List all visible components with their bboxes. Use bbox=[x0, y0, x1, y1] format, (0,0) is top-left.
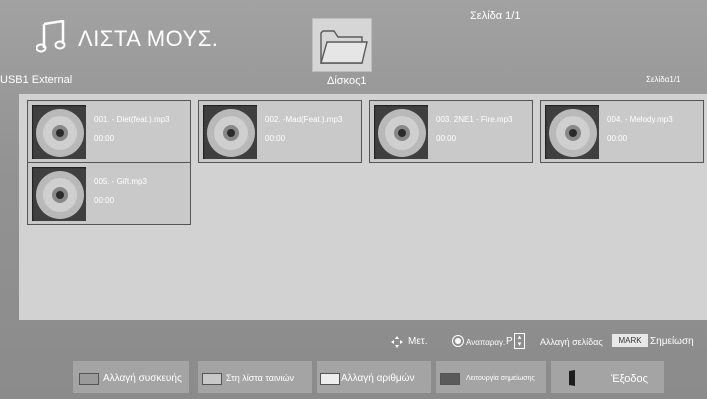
hint-mark: Σημείωση bbox=[650, 336, 694, 347]
button-label: Λειτουργία σημείωσης bbox=[466, 375, 535, 382]
file-duration: 00:00 bbox=[607, 134, 628, 143]
exit-button[interactable]: Έξοδος bbox=[551, 361, 664, 393]
hint-page-change: Αλλαγή σελίδας bbox=[540, 337, 603, 347]
file-duration: 00:00 bbox=[436, 134, 457, 143]
file-tile[interactable]: 004. - Melody.mp3 00:00 bbox=[540, 100, 704, 163]
music-note-icon bbox=[36, 20, 66, 53]
yellow-key-icon bbox=[320, 373, 340, 385]
file-tile[interactable]: 005. - Gift.mp3 00:00 bbox=[27, 162, 191, 225]
folder-icon bbox=[320, 30, 368, 64]
navigation-arrows-icon bbox=[391, 336, 403, 348]
page-title: ΛΙΣΤΑ ΜΟΥΣ. bbox=[78, 26, 219, 51]
disc-icon bbox=[547, 107, 599, 159]
change-numbers-button[interactable]: Αλλαγή αριθμών bbox=[317, 361, 431, 393]
album-thumbnail bbox=[545, 105, 599, 159]
hint-move: Μετ. bbox=[408, 336, 428, 347]
green-key-icon bbox=[202, 373, 222, 385]
page-indicator-top: Σελίδα 1/1 bbox=[470, 10, 521, 22]
exit-icon bbox=[569, 370, 575, 386]
page-indicator: Σελίδα1/1 bbox=[646, 75, 681, 84]
file-name: 001. - Diet(feat.).mp3 bbox=[94, 115, 170, 124]
album-thumbnail bbox=[203, 105, 257, 159]
disc-icon bbox=[34, 107, 86, 159]
file-name: 004. - Melody.mp3 bbox=[607, 115, 673, 124]
device-label: USB1 External bbox=[0, 74, 73, 86]
album-thumbnail bbox=[374, 105, 428, 159]
file-tile[interactable]: 001. - Diet(feat.).mp3 00:00 bbox=[27, 100, 191, 163]
file-tile[interactable]: 003. 2NE1 - Fire.mp3 00:00 bbox=[369, 100, 533, 163]
page-up-down-icon: ▴ ▾ bbox=[514, 333, 525, 349]
movie-list-button[interactable]: Στη λίστα ταινιών bbox=[198, 361, 312, 393]
file-duration: 00:00 bbox=[265, 134, 286, 143]
button-label: Αλλαγή αριθμών bbox=[341, 373, 415, 384]
mark-key-icon: MARK bbox=[612, 334, 648, 347]
file-tile[interactable]: 002. -Mad(Feat.).mp3 00:00 bbox=[198, 100, 362, 163]
change-device-button[interactable]: Αλλαγή συσκευής bbox=[73, 361, 189, 393]
red-key-icon bbox=[79, 373, 99, 385]
folder-button[interactable] bbox=[312, 18, 372, 72]
disc-icon bbox=[376, 107, 428, 159]
disc-icon bbox=[34, 169, 86, 221]
file-duration: 00:00 bbox=[94, 134, 115, 143]
disc-icon bbox=[205, 107, 257, 159]
album-thumbnail bbox=[32, 167, 86, 221]
file-name: 005. - Gift.mp3 bbox=[94, 177, 147, 186]
hint-p-label: P bbox=[506, 336, 513, 347]
music-list-screen: ΛΙΣΤΑ ΜΟΥΣ. Σελίδα 1/1 USB1 External Δίσ… bbox=[0, 0, 707, 399]
button-label: Έξοδος bbox=[611, 373, 648, 385]
hint-play: Αναπαραγ. bbox=[466, 338, 506, 347]
file-duration: 00:00 bbox=[94, 196, 115, 205]
album-thumbnail bbox=[32, 105, 86, 159]
file-name: 003. 2NE1 - Fire.mp3 bbox=[436, 115, 513, 124]
disk-label: Δίσκος1 bbox=[327, 75, 367, 87]
file-grid: 001. - Diet(feat.).mp3 00:00 002. -Mad(F… bbox=[19, 94, 707, 320]
file-name: 002. -Mad(Feat.).mp3 bbox=[265, 115, 343, 124]
ok-button-icon bbox=[452, 335, 464, 347]
mark-mode-button[interactable]: Λειτουργία σημείωσης bbox=[436, 361, 546, 393]
button-label: Αλλαγή συσκευής bbox=[103, 373, 182, 384]
blue-key-icon bbox=[440, 373, 460, 385]
button-label: Στη λίστα ταινιών bbox=[226, 373, 295, 383]
